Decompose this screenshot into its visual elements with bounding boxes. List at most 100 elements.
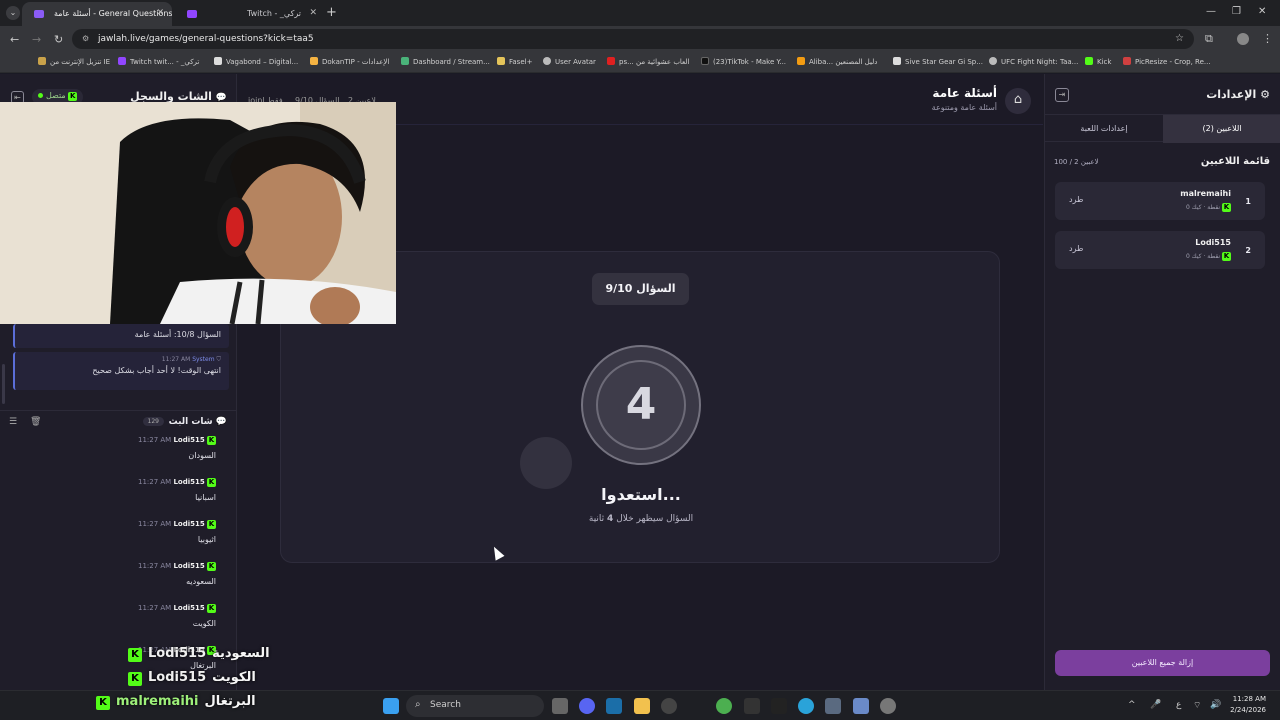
webcam-overlay [0,102,396,324]
start-icon[interactable] [383,698,399,714]
minimize-button[interactable]: — [1206,6,1216,17]
bookmark-item[interactable]: Vagabond – Digital... [214,57,298,66]
obs-icon[interactable] [661,698,677,714]
maximize-button[interactable]: ❐ [1232,6,1241,17]
panel-collapse-icon[interactable]: ⇥ [1055,88,1069,102]
site-icon [214,57,222,65]
game-subtitle: أسئلة عامة ومتنوعة [931,103,997,112]
player-meta: 0 نقطة · كيك K [1186,252,1231,261]
site-icon [401,57,409,65]
player-rank: 1 [1245,197,1251,206]
bookmark-item[interactable]: ps... العاب عشوائية من [607,57,690,66]
chat-message: 11:27 AM Lodi515 K الكويت [138,604,216,628]
site-info-icon[interactable]: ⚙ [82,34,89,43]
volume-icon[interactable]: 🔊 [1210,700,1221,710]
site-icon [893,57,901,65]
remove-all-players-button[interactable]: إزالة جميع اللاعبين [1055,650,1270,676]
youtube-icon [607,57,615,65]
site-icon [1123,57,1131,65]
network-icon[interactable]: ⌔ [1193,700,1201,711]
discord-icon[interactable] [579,698,595,714]
profile-avatar[interactable] [1237,33,1249,45]
kick-icon: K [207,562,216,571]
bookmark-item[interactable]: Dashboard / Stream... [401,57,490,66]
telegram-icon[interactable] [798,698,814,714]
microphone-icon[interactable]: 🎤 [1150,700,1161,710]
system-message: السؤال 10/8: أسئلة عامة [13,324,229,348]
chat-message: 11:27 AM Lodi515 K اسبانيا [138,478,216,502]
chevron-up-icon[interactable]: ^ [1128,700,1136,710]
task-view-icon[interactable] [552,698,568,714]
system-message: 11:27 AM System ⛉ انتهى الوقت! لا أحد أج… [13,352,229,390]
filter-icon[interactable]: ☰ [9,417,17,427]
app-icon[interactable] [744,698,760,714]
gear-icon: ⚙ [1260,88,1270,101]
bookmarks-bar: تنزيل الإنترنت من IE Twitch twit... - _ت… [0,52,1280,73]
bookmark-item[interactable]: PicResize - Crop, Re... [1123,57,1211,66]
close-icon[interactable]: ✕ [156,8,164,18]
reload-icon[interactable]: ↻ [54,33,63,46]
system-clock[interactable]: 11:28 AM 2/24/2026 [1230,694,1266,716]
kick-icon: K [1222,203,1231,212]
message-count-badge: 129 [142,417,164,426]
bookmark-item[interactable]: (23)TikTok - Make Y... [701,57,786,66]
bookmark-item[interactable]: UFC Fight Night: Taa... [989,57,1078,66]
app-icon[interactable] [771,698,787,714]
tab-game-settings[interactable]: إعدادات اللعبة [1045,115,1163,143]
folder-icon[interactable] [634,698,650,714]
stream-chat-header: ☰ 🗑 129 شات البث 💬 [0,410,237,432]
kick-icon: K [68,92,78,101]
chat-message: 11:27 AM Lodi515 K السودان [138,436,216,460]
player-row: 1 malremaihi 0 نقطة · كيك K طرد [1055,182,1265,220]
player-name: Lodi515 [1195,238,1231,247]
app-icon[interactable] [825,698,841,714]
settings-icon[interactable] [880,698,896,714]
tab-favicon-icon [34,10,44,18]
kick-icon: K [207,520,216,529]
bookmark-item[interactable]: تنزيل الإنترنت من IE [38,57,110,66]
back-arrow-icon[interactable]: ← [10,33,19,46]
bookmark-item[interactable]: Kick [1085,57,1111,66]
globe-icon [543,57,551,65]
steam-icon[interactable] [606,698,622,714]
close-icon[interactable]: ✕ [309,8,317,18]
home-icon[interactable]: ⌂ [1005,88,1031,114]
bookmark-item[interactable]: Twitch twit... - _تركي [118,57,199,66]
twitch-icon [118,57,126,65]
trash-icon[interactable]: 🗑 [30,417,41,427]
game-title: أسئلة عامة [932,86,997,100]
kick-player-button[interactable]: طرد [1069,244,1083,253]
chrome-icon[interactable] [716,698,732,714]
window-close-button[interactable]: ✕ [1258,6,1266,17]
question-number-pill: السؤال 9/10 [592,273,689,305]
shield-icon: ⛉ [216,356,221,363]
tab-general-questions[interactable]: أسئلة عامة - General Questions ✕ [22,2,172,26]
bookmark-item[interactable]: DokanTIP - الإعدادات [310,57,389,66]
tab-players[interactable]: اللاعبين (2) [1163,115,1280,143]
site-icon [797,57,805,65]
bookmark-item[interactable]: Fasel+ [497,57,532,66]
bookmark-item[interactable]: User Avatar [543,57,596,66]
language-indicator[interactable]: ع [1176,700,1181,710]
taskbar-search[interactable]: ⌕ Search [406,695,544,717]
bookmark-item[interactable]: Sive Star Gear Gi Sp... [893,57,983,66]
chat-message: 11:27 AM Lodi515 K اثيوبيا [138,520,216,544]
new-tab-button[interactable]: + [326,5,337,20]
tab-twitch[interactable]: Twitch - _تركي ✕ [175,2,325,26]
kick-player-button[interactable]: طرد [1069,195,1083,204]
player-meta: 0 نقطة · كيك K [1186,203,1231,212]
forward-arrow-icon[interactable]: → [32,33,41,46]
menu-kebab-icon[interactable]: ⋮ [1262,32,1273,45]
settings-title: الإعدادات ⚙ [1206,88,1270,101]
extensions-icon[interactable]: ⧉ [1205,32,1213,46]
site-icon [497,57,505,65]
bookmark-star-icon[interactable]: ☆ [1175,33,1184,44]
overlay-chat-line: Kmalremaihi البرتغال [96,694,256,710]
tab-search-icon[interactable]: ⌄ [6,6,20,20]
bookmark-item[interactable]: Aliba... دليل المصنعين [797,57,877,66]
chat-message: 11:27 AM Lodi515 K السعوديه [138,562,216,586]
scrollbar[interactable] [2,364,5,404]
url-field[interactable]: ⚙ jawlah.live/games/general-questions?ki… [72,29,1194,49]
app-icon[interactable] [853,698,869,714]
settings-panel: ⇥ الإعدادات ⚙ إعدادات اللعبة اللاعبين (2… [1044,74,1280,690]
